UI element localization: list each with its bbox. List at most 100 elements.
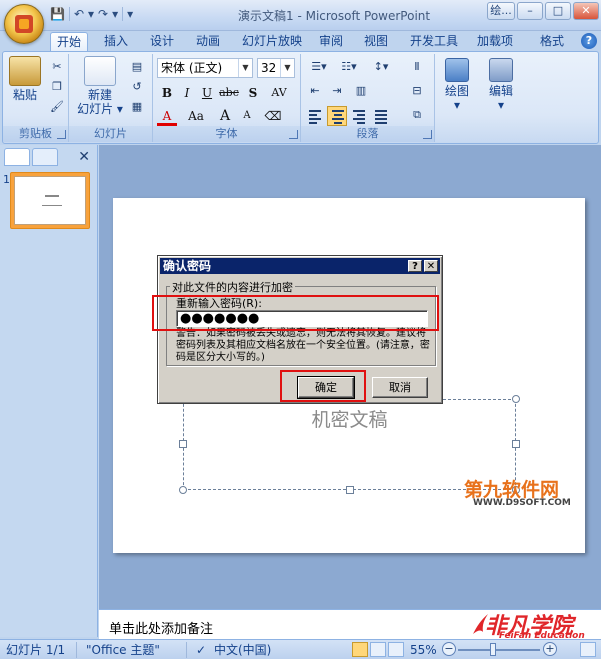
tab-home[interactable]: 开始 <box>50 32 89 52</box>
normal-view-icon[interactable] <box>352 642 368 657</box>
editing-label: 编辑 <box>488 84 513 98</box>
drawing-tools-label[interactable]: 绘... <box>487 2 515 20</box>
cancel-button[interactable]: 取消 <box>372 377 428 398</box>
increase-indent-icon[interactable]: ⇥ <box>327 82 347 100</box>
resize-handle[interactable] <box>346 486 354 494</box>
paste-icon <box>9 56 41 86</box>
tab-developer[interactable]: 开发工具 <box>404 32 464 50</box>
outline-tab-icon[interactable] <box>32 148 58 166</box>
zoom-slider-thumb[interactable] <box>490 643 496 656</box>
pane-tabs: ✕ <box>2 148 96 166</box>
columns-icon[interactable]: ▥ <box>351 82 371 100</box>
notes-pane[interactable]: 单击此处添加备注 非凡学院 FeiFan Education <box>99 609 601 641</box>
change-case-button[interactable]: Aa <box>183 106 209 126</box>
resize-handle[interactable] <box>179 486 187 494</box>
tab-animation[interactable]: 动画 <box>190 32 226 50</box>
copy-icon[interactable]: ❐ <box>47 78 67 96</box>
shadow-button[interactable]: S <box>243 83 263 103</box>
slideshow-view-icon[interactable] <box>388 642 404 657</box>
dialog-title-bar[interactable]: 确认密码 ? ✕ <box>160 258 440 274</box>
editing-button[interactable]: 编辑 ▾ <box>485 58 517 112</box>
slide-thumbnail-preview <box>14 176 86 225</box>
zoom-level[interactable]: 55% <box>410 643 437 657</box>
maximize-button[interactable]: □ <box>545 2 571 20</box>
text-direction-icon[interactable]: Ⅱ <box>407 58 427 76</box>
font-dialog-launcher[interactable] <box>289 130 298 139</box>
cut-icon[interactable]: ✂ <box>47 58 67 76</box>
align-left-icon[interactable] <box>305 106 325 126</box>
zoom-slider-track[interactable] <box>458 649 540 651</box>
dialog-help-button[interactable]: ? <box>408 260 422 272</box>
chevron-down-icon[interactable]: ▼ <box>238 59 252 77</box>
tab-design[interactable]: 设计 <box>144 32 180 50</box>
font-color-button[interactable]: A <box>157 106 177 126</box>
character-spacing-button[interactable]: AV <box>265 83 293 103</box>
feifan-logo: 非凡学院 FeiFan Education <box>471 610 599 641</box>
undo-dropdown-icon[interactable]: ▾ <box>88 6 94 22</box>
slide-sorter-view-icon[interactable] <box>370 642 386 657</box>
tab-view[interactable]: 视图 <box>358 32 394 50</box>
customize-qat-icon[interactable]: ▾ <box>127 6 133 22</box>
chevron-down-icon[interactable]: ▼ <box>280 59 294 77</box>
drawing-button[interactable]: 绘图 ▾ <box>441 58 473 112</box>
redo-icon[interactable]: ↷ <box>98 6 108 22</box>
theme-name[interactable]: "Office 主题" <box>86 643 160 657</box>
minimize-button[interactable]: – <box>517 2 543 20</box>
language-indicator[interactable]: 中文(中国) <box>214 643 271 657</box>
smartart-icon[interactable]: ⧉ <box>407 106 427 124</box>
format-painter-icon[interactable]: 🖌 <box>47 98 67 116</box>
align-text-icon[interactable]: ⊟ <box>407 82 427 100</box>
paragraph-dialog-launcher[interactable] <box>423 130 432 139</box>
resize-handle[interactable] <box>512 440 520 448</box>
slide-thumbnail[interactable] <box>10 172 90 229</box>
clear-formatting-icon[interactable]: ⌫ <box>263 106 283 126</box>
subtitle-text[interactable]: 机密文稿 <box>184 405 515 432</box>
window-title: 演示文稿1 - Microsoft PowerPoint <box>238 9 431 23</box>
tab-slideshow[interactable]: 幻灯片放映 <box>236 32 308 50</box>
office-button[interactable] <box>4 4 44 44</box>
strikethrough-button[interactable]: abc <box>217 83 241 103</box>
dialog-close-button[interactable]: ✕ <box>424 260 438 272</box>
resize-handle[interactable] <box>512 395 520 403</box>
tab-insert[interactable]: 插入 <box>98 32 134 50</box>
font-size-combo[interactable]: 32 ▼ <box>257 58 295 78</box>
font-name-combo[interactable]: 宋体 (正文) ▼ <box>157 58 253 78</box>
paste-label: 粘贴 <box>12 88 37 102</box>
decrease-indent-icon[interactable]: ⇤ <box>305 82 325 100</box>
clipboard-dialog-launcher[interactable] <box>57 130 66 139</box>
bold-button[interactable]: B <box>157 83 177 103</box>
status-separator <box>186 642 187 658</box>
undo-icon[interactable]: ↶ <box>74 6 84 22</box>
zoom-in-button[interactable]: + <box>543 642 557 656</box>
paste-button[interactable]: 粘贴 <box>9 56 41 102</box>
help-icon[interactable]: ? <box>581 33 597 49</box>
align-center-icon[interactable] <box>327 106 347 126</box>
close-button[interactable]: ✕ <box>573 2 599 20</box>
bullets-icon[interactable]: ☰▾ <box>305 58 333 76</box>
reset-icon[interactable]: ↺ <box>127 78 147 96</box>
fit-to-window-icon[interactable] <box>580 642 596 657</box>
align-right-icon[interactable] <box>349 106 369 126</box>
tab-review[interactable]: 审阅 <box>313 32 349 50</box>
italic-button[interactable]: I <box>177 83 197 103</box>
save-icon[interactable]: 💾 <box>50 6 65 22</box>
notes-placeholder[interactable]: 单击此处添加备注 <box>109 618 213 637</box>
grow-font-button[interactable]: A <box>215 106 235 126</box>
numbering-icon[interactable]: ☷▾ <box>335 58 363 76</box>
tab-format[interactable]: 格式 <box>534 32 570 50</box>
spellcheck-icon[interactable]: ✓ <box>196 643 206 657</box>
close-icon[interactable]: ✕ <box>78 149 90 165</box>
justify-icon[interactable] <box>371 106 391 126</box>
resize-handle[interactable] <box>179 440 187 448</box>
new-slide-button[interactable]: 新建 幻灯片 ▾ <box>75 56 125 116</box>
redo-dropdown-icon[interactable]: ▾ <box>112 6 118 22</box>
tab-addins[interactable]: 加载项 <box>471 32 519 50</box>
layout-icon[interactable]: ▤ <box>127 58 147 76</box>
new-slide-icon <box>84 56 116 86</box>
zoom-out-button[interactable]: − <box>442 642 456 656</box>
underline-button[interactable]: U <box>197 83 217 103</box>
line-spacing-icon[interactable]: ↕▾ <box>367 58 395 76</box>
delete-slide-icon[interactable]: ▦ <box>127 98 147 116</box>
shrink-font-button[interactable]: A <box>237 106 257 126</box>
slides-tab-icon[interactable] <box>4 148 30 166</box>
